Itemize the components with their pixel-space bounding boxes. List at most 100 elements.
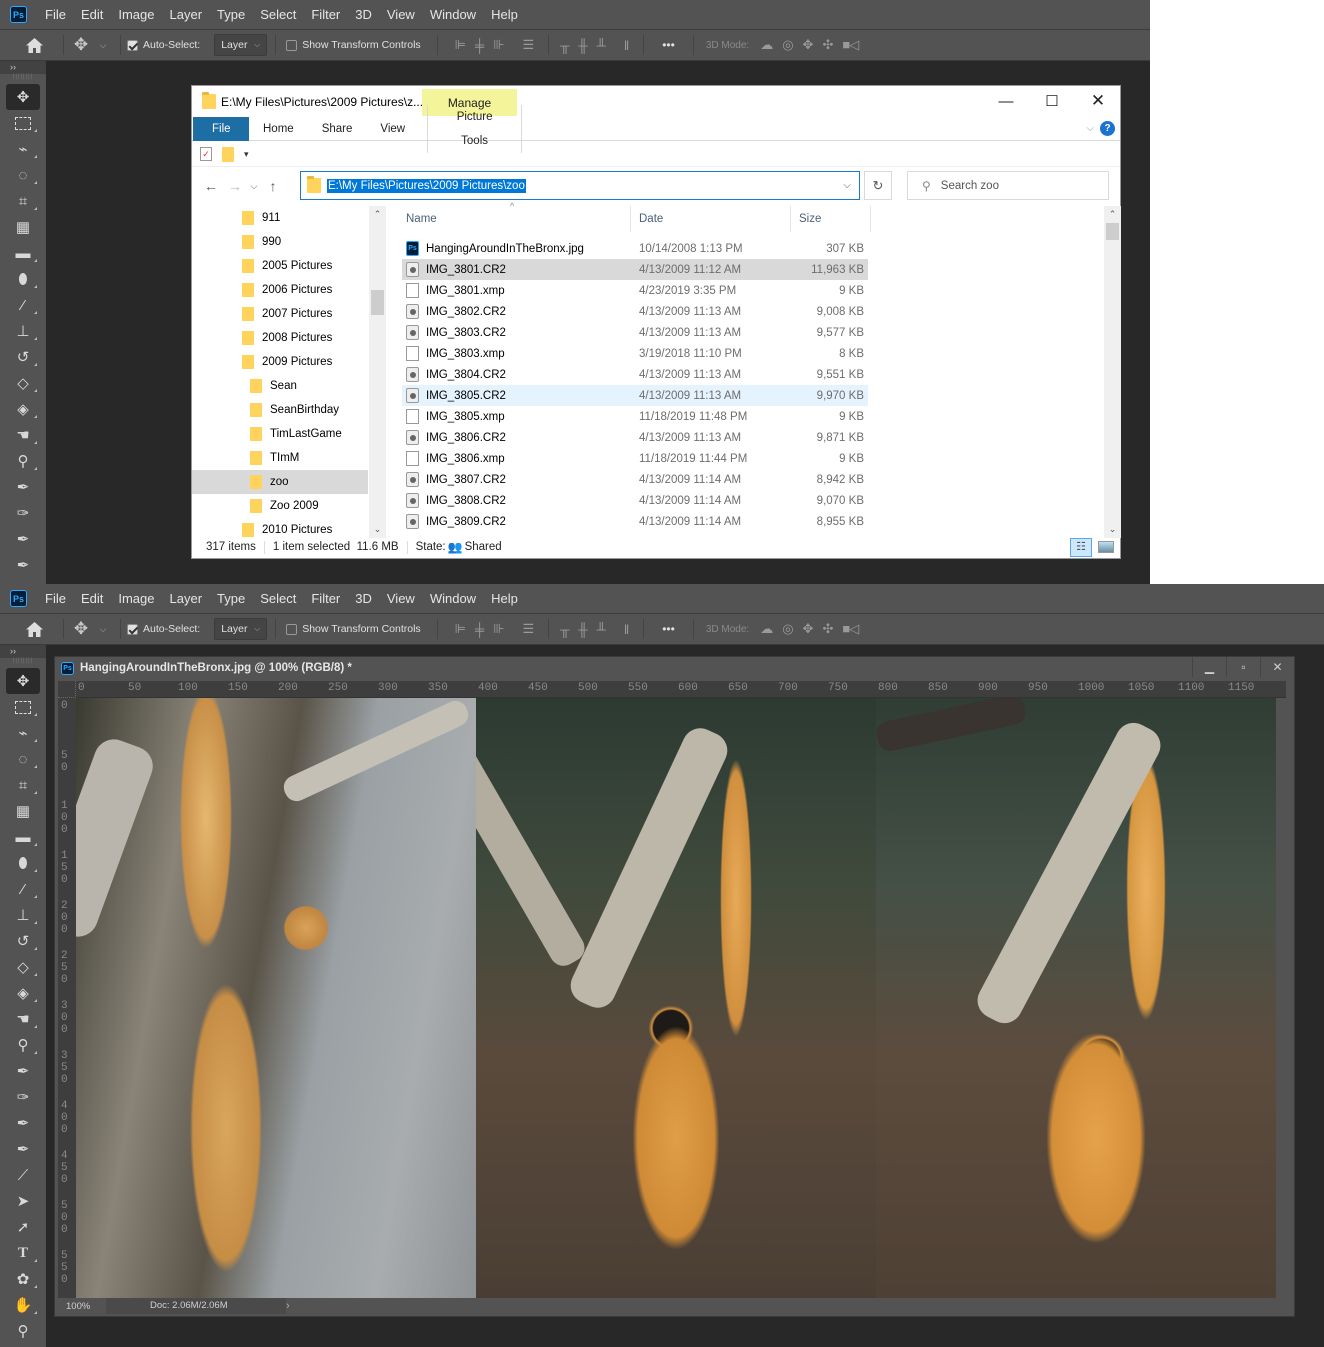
- horizontal-ruler[interactable]: 0 50 100 150 200 250 300 350 400 450 500 550 600 650 7…: [76, 681, 1286, 698]
- align-top-icon[interactable]: ╥: [560, 622, 569, 637]
- document-close-button[interactable]: ✕: [1260, 657, 1294, 677]
- menu-layer[interactable]: Layer: [163, 584, 211, 614]
- 3d-roll-icon[interactable]: ◎: [782, 37, 793, 53]
- menu-filter[interactable]: Filter: [304, 0, 348, 30]
- vertical-ruler[interactable]: 0 50 100 150 200 250 300 350 400 450 500 550: [58, 698, 76, 1298]
- nav-tree-item[interactable]: TImM: [192, 446, 386, 470]
- menu-3d[interactable]: 3D: [348, 584, 380, 614]
- menu-type[interactable]: Type: [210, 584, 253, 614]
- column-header-name[interactable]: Name: [398, 206, 631, 232]
- history-brush-tool[interactable]: ↺: [0, 344, 46, 370]
- document-tab[interactable]: Ps HangingAroundInTheBronx.jpg @ 100% (R…: [55, 657, 1294, 679]
- quick-selection-tool[interactable]: ◌: [0, 746, 46, 772]
- marquee-tool[interactable]: [0, 694, 46, 720]
- dodge-tool[interactable]: ⚲: [0, 448, 46, 474]
- align-top-icon[interactable]: ╥: [560, 38, 569, 53]
- menu-edit[interactable]: Edit: [74, 0, 111, 30]
- home-icon[interactable]: [12, 618, 57, 640]
- healing-brush-tool[interactable]: ⬮: [0, 266, 46, 292]
- convert-point-tool[interactable]: ⟋: [0, 1162, 46, 1188]
- tab-view[interactable]: View: [366, 117, 419, 141]
- align-bottom-icon[interactable]: ╨: [597, 622, 606, 637]
- eraser-tool[interactable]: ◇: [0, 954, 46, 980]
- menu-help[interactable]: Help: [484, 0, 526, 30]
- menu-image[interactable]: Image: [111, 0, 162, 30]
- file-row[interactable]: IMG_3806.CR2 4/13/2009 11:13 AM 9,871 KB: [402, 427, 868, 448]
- auto-select-checkbox[interactable]: [127, 39, 138, 51]
- direct-selection-tool[interactable]: ➚: [0, 1214, 46, 1240]
- refresh-button[interactable]: ↻: [864, 171, 892, 200]
- add-anchor-tool[interactable]: ✒: [0, 526, 46, 552]
- customize-qat-icon[interactable]: ▾: [244, 149, 249, 160]
- up-button[interactable]: ↑: [261, 178, 285, 194]
- hand-tool[interactable]: ✋: [0, 1292, 46, 1318]
- scrollbar-thumb[interactable]: [1106, 223, 1119, 240]
- menu-file[interactable]: File: [38, 584, 74, 614]
- path-selection-tool[interactable]: ➤: [0, 1188, 46, 1214]
- menu-layer[interactable]: Layer: [163, 0, 211, 30]
- tab-home[interactable]: Home: [249, 117, 308, 141]
- move-tool-icon[interactable]: ✥: [70, 34, 92, 56]
- menu-window[interactable]: Window: [423, 0, 484, 30]
- auto-select-checkbox[interactable]: [127, 623, 138, 635]
- nav-tree-item[interactable]: zoo: [192, 470, 368, 494]
- pen-tool[interactable]: ✒: [0, 1058, 46, 1084]
- file-row[interactable]: IMG_3809.CR2 4/13/2009 11:14 AM 8,955 KB: [402, 511, 868, 532]
- smudge-tool[interactable]: ☚: [0, 1006, 46, 1032]
- add-anchor-tool[interactable]: ✒: [0, 1110, 46, 1136]
- document-minimize-button[interactable]: ▁: [1192, 657, 1226, 677]
- more-options-button[interactable]: •••: [662, 622, 675, 636]
- column-header-size[interactable]: Size: [791, 206, 871, 232]
- file-row[interactable]: IMG_3802.CR2 4/13/2009 11:13 AM 9,008 KB: [402, 301, 868, 322]
- align-left-icon[interactable]: ⊫: [455, 621, 466, 637]
- menu-3d[interactable]: 3D: [348, 0, 380, 30]
- quick-selection-tool[interactable]: ◌: [0, 162, 46, 188]
- chevron-down-icon[interactable]: ⌵: [92, 618, 114, 640]
- healing-brush-tool[interactable]: ⬮: [0, 850, 46, 876]
- nav-tree-item[interactable]: Zoo 2009: [192, 494, 386, 518]
- file-row[interactable]: IMG_3805.CR2 4/13/2009 11:13 AM 9,970 KB: [402, 385, 868, 406]
- 3d-scale-icon[interactable]: ■◁: [842, 621, 859, 637]
- large-icons-view-button[interactable]: [1098, 541, 1114, 553]
- move-tool-icon[interactable]: ✥: [70, 618, 92, 640]
- move-tool[interactable]: ✥: [6, 668, 40, 694]
- help-icon[interactable]: ?: [1100, 121, 1115, 136]
- nav-tree-item[interactable]: TimLastGame: [192, 422, 386, 446]
- file-row[interactable]: IMG_3807.CR2 4/13/2009 11:14 AM 8,942 KB: [402, 469, 868, 490]
- marquee-tool[interactable]: [0, 110, 46, 136]
- home-icon[interactable]: [12, 34, 57, 56]
- maximize-button[interactable]: ☐: [1029, 86, 1075, 116]
- lasso-tool[interactable]: ⌁: [0, 136, 46, 162]
- freeform-pen-tool[interactable]: ✑: [0, 500, 46, 526]
- details-view-button[interactable]: ☷: [1070, 537, 1092, 557]
- forward-button[interactable]: →: [223, 178, 247, 194]
- column-header-date[interactable]: Date: [631, 206, 791, 232]
- smudge-tool[interactable]: ☚: [0, 422, 46, 448]
- document-size-info[interactable]: Doc: 2.06M/2.06M: [106, 1298, 286, 1314]
- align-right-icon[interactable]: ⊪: [493, 621, 504, 637]
- menu-select[interactable]: Select: [253, 584, 304, 614]
- type-tool[interactable]: T: [0, 1240, 46, 1266]
- align-left-icon[interactable]: ⊫: [455, 37, 466, 53]
- dodge-tool[interactable]: ⚲: [0, 1032, 46, 1058]
- ruler-origin[interactable]: [58, 681, 76, 698]
- 3d-slide-icon[interactable]: ✣: [822, 37, 833, 53]
- auto-select-target-dropdown[interactable]: Layer ⌵: [214, 618, 268, 640]
- ribbon-expand-icon[interactable]: ⌵: [1086, 123, 1094, 134]
- paint-bucket-tool[interactable]: ◈: [0, 980, 46, 1006]
- tab-share[interactable]: Share: [308, 117, 367, 141]
- menu-type[interactable]: Type: [210, 0, 253, 30]
- menu-image[interactable]: Image: [111, 584, 162, 614]
- nav-tree-item[interactable]: 911: [192, 206, 386, 230]
- recent-locations-button[interactable]: ⌵: [247, 181, 261, 192]
- nav-tree-item[interactable]: 2006 Pictures: [192, 278, 386, 302]
- file-list-scrollbar[interactable]: ⌃ ⌄: [1104, 206, 1121, 538]
- delete-anchor-tool[interactable]: ✒: [0, 552, 46, 578]
- move-tool[interactable]: ✥: [6, 84, 40, 110]
- file-row[interactable]: IMG_3804.CR2 4/13/2009 11:13 AM 9,551 KB: [402, 364, 868, 385]
- back-button[interactable]: ←: [199, 178, 223, 194]
- auto-select-target-dropdown[interactable]: Layer ⌵: [214, 34, 268, 56]
- distribute-horizontal-icon[interactable]: ‖: [624, 38, 629, 53]
- distribute-vertical-icon[interactable]: ☰: [523, 37, 535, 53]
- 3d-scale-icon[interactable]: ■◁: [842, 37, 859, 53]
